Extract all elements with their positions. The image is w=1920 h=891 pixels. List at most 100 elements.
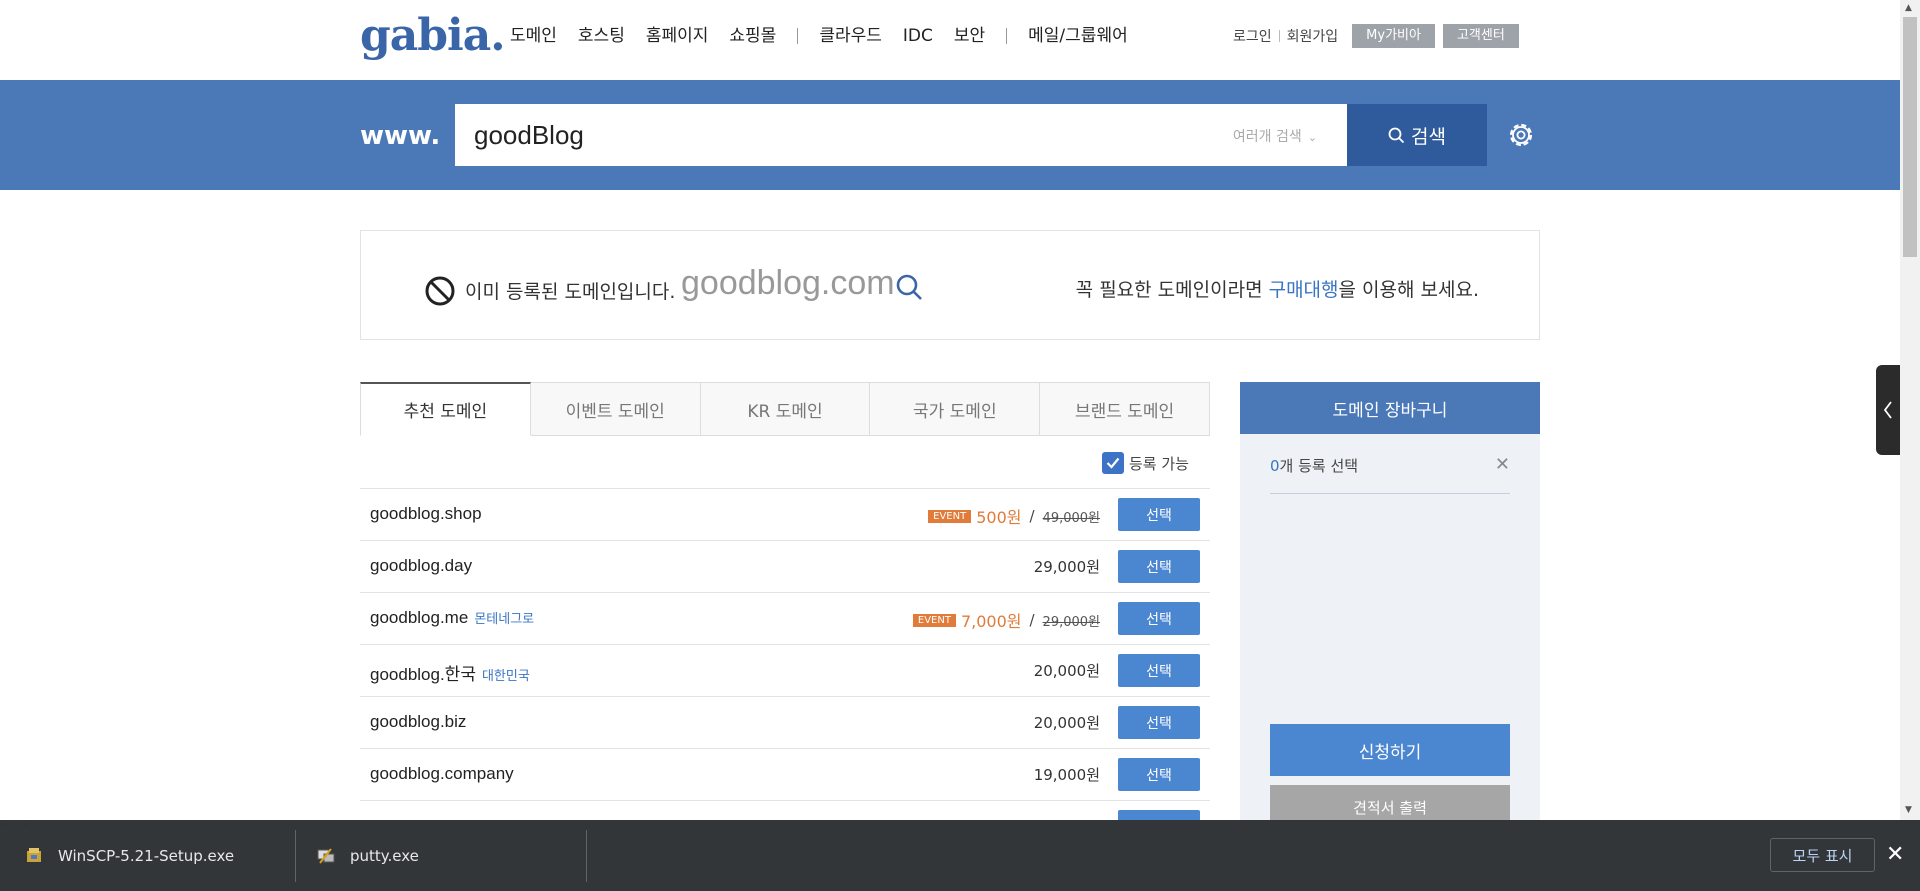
tab-kr[interactable]: KR 도메인 [700, 382, 871, 436]
original-price: 49,000원 [1042, 510, 1100, 526]
table-row: goodblog.한국 대한민국 20,000원 선택 [360, 645, 1210, 697]
price-area: EVENT 7,000원 / 29,000원 [912, 608, 1100, 632]
select-button[interactable]: 선택 [1118, 602, 1200, 635]
price-area: EVENT 500원 / 49,000원 [928, 504, 1100, 528]
domain-name-text: goodblog.한국 [370, 665, 476, 684]
purchase-agency-link[interactable]: 구매대행 [1269, 279, 1339, 301]
my-gabia-button[interactable]: My가비아 [1352, 24, 1435, 48]
scroll-thumb[interactable] [1903, 17, 1917, 257]
select-button[interactable]: 선택 [1118, 498, 1200, 531]
original-price: 29,000원 [1042, 614, 1100, 630]
domain-name-text: goodblog.me [370, 608, 469, 627]
installer-file-icon [27, 847, 41, 862]
cart-count-label: 개 등록 선택 [1279, 457, 1359, 475]
download-item[interactable]: WinSCP-5.21-Setup.exe [24, 820, 234, 891]
tab-country[interactable]: 국가 도메인 [870, 382, 1041, 436]
browser-viewport: gabia. 도메인 호스팅 홈페이지 쇼핑몰 클라우드 IDC 보안 메일/그… [0, 0, 1900, 820]
domain-tabs: 추천 도메인 이벤트 도메인 KR 도메인 국가 도메인 브랜드 도메인 [360, 382, 1210, 436]
note-prefix: 꼭 필요한 도메인이라면 [1075, 279, 1269, 301]
table-row: goodblog.biz 20,000원 선택 [360, 697, 1210, 749]
chevron-down-icon: ⌄ [1307, 131, 1317, 144]
table-row-partial [360, 801, 1210, 820]
domain-status-notice: 이미 등록된 도메인입니다. goodblog.com 꼭 필요한 도메인이라면… [360, 230, 1540, 340]
checkmark-icon [1106, 457, 1120, 469]
domain-name: goodblog.company [370, 764, 514, 784]
scroll-down-arrow-icon[interactable]: ▼ [1905, 805, 1912, 815]
gear-icon[interactable] [1506, 120, 1536, 150]
customer-center-button[interactable]: 고객센터 [1442, 24, 1519, 48]
domain-list: goodblog.shop EVENT 500원 / 49,000원 선택 go… [360, 488, 1210, 820]
price-area: 19,000원 [1034, 764, 1100, 785]
close-icon[interactable]: ✕ [1886, 842, 1904, 867]
search-icon [1388, 127, 1405, 143]
side-panel-toggle[interactable] [1876, 365, 1900, 455]
nav-shopping-mall[interactable]: 쇼핑몰 [729, 24, 776, 48]
nav-idc[interactable]: IDC [903, 24, 933, 48]
gabia-logo[interactable]: gabia. [360, 12, 506, 60]
search-icon[interactable] [895, 273, 923, 301]
print-quote-button[interactable]: 견적서 출력 [1270, 785, 1510, 820]
price: 29,000원 [1033, 558, 1100, 576]
price-area: 20,000원 [1034, 712, 1100, 733]
select-button[interactable]: 선택 [1118, 654, 1200, 687]
select-button[interactable]: 선택 [1118, 706, 1200, 739]
select-button[interactable]: 선택 [1118, 550, 1200, 583]
scroll-up-arrow-icon[interactable]: ▲ [1905, 3, 1912, 13]
tab-recommended[interactable]: 추천 도메인 [360, 382, 531, 436]
apply-button[interactable]: 신청하기 [1270, 724, 1510, 776]
close-icon[interactable]: ✕ [1495, 454, 1510, 475]
registered-message: 이미 등록된 도메인입니다. [465, 281, 676, 303]
show-all-downloads-button[interactable]: 모두 표시 [1770, 838, 1875, 872]
available-filter[interactable]: 등록 가능 [1102, 452, 1189, 474]
site-header: gabia. 도메인 호스팅 홈페이지 쇼핑몰 클라우드 IDC 보안 메일/그… [0, 0, 1900, 80]
domain-name: goodblog.한국 대한민국 [370, 660, 530, 685]
table-row: goodblog.me 몬테네그로 EVENT 7,000원 / 29,000원 … [360, 593, 1210, 645]
nav-mail-groupware[interactable]: 메일/그룹웨어 [1028, 24, 1128, 48]
login-link[interactable]: 로그인 [1233, 26, 1272, 46]
domain-cart: 도메인 장바구니 0개 등록 선택 ✕ 신청하기 견적서 출력 [1240, 382, 1540, 820]
price-area: 20,000원 [1034, 660, 1100, 681]
domain-search-input[interactable] [474, 118, 1174, 152]
domain-name-text: goodblog.company [370, 764, 514, 783]
cart-count: 0개 등록 선택 [1270, 455, 1358, 476]
prohibited-icon [425, 276, 455, 306]
available-label: 등록 가능 [1129, 454, 1189, 473]
nav-divider [797, 28, 799, 44]
select-button[interactable]: 선택 [1118, 758, 1200, 791]
chevron-up-icon[interactable]: ⌃ [0, 820, 13, 839]
search-band: www. 여러개 검색 ⌄ 검색 [0, 80, 1900, 190]
country-label: 대한민국 [481, 668, 530, 683]
download-item[interactable]: putty.exe [316, 820, 419, 891]
price: 20,000원 [1033, 662, 1100, 680]
price-separator: / [1029, 611, 1035, 629]
www-prefix: www. [360, 121, 441, 151]
page-scrollbar[interactable]: ▲ ▼ [1900, 0, 1920, 820]
nav-security[interactable]: 보안 [954, 24, 985, 48]
purchase-agency-note: 꼭 필요한 도메인이라면 구매대행을 이용해 보세요. [1076, 275, 1479, 302]
signup-link[interactable]: 회원가입 [1287, 26, 1339, 46]
available-checkbox[interactable] [1102, 452, 1124, 474]
cart-title: 도메인 장바구니 [1240, 382, 1540, 434]
multi-search-dropdown[interactable]: 여러개 검색 ⌄ [1233, 126, 1317, 146]
download-bar: WinSCP-5.21-Setup.exe ⌃ putty.exe ⌃ 모두 표… [0, 820, 1920, 891]
domain-name-text: goodblog.day [370, 556, 473, 575]
download-filename: WinSCP-5.21-Setup.exe [58, 846, 235, 865]
search-box: 여러개 검색 ⌄ [455, 104, 1347, 166]
note-suffix: 을 이용해 보세요. [1338, 279, 1479, 301]
price-separator: / [1029, 507, 1035, 525]
nav-divider [1006, 28, 1008, 44]
nav-hosting[interactable]: 호스팅 [578, 24, 625, 48]
search-button[interactable]: 검색 [1347, 104, 1487, 166]
tab-event[interactable]: 이벤트 도메인 [530, 382, 701, 436]
table-row: goodblog.day 29,000원 선택 [360, 541, 1210, 593]
domain-name: goodblog.me 몬테네그로 [370, 608, 534, 628]
nav-domain[interactable]: 도메인 [510, 24, 557, 48]
select-button[interactable] [1118, 810, 1200, 820]
domain-name: goodblog.biz [370, 712, 466, 732]
download-filename: putty.exe [350, 846, 419, 865]
nav-cloud[interactable]: 클라우드 [819, 24, 882, 48]
tab-brand[interactable]: 브랜드 도메인 [1040, 382, 1210, 436]
nav-homepage[interactable]: 홈페이지 [646, 24, 709, 48]
download-divider [586, 830, 587, 882]
table-row: goodblog.shop EVENT 500원 / 49,000원 선택 [360, 489, 1210, 541]
